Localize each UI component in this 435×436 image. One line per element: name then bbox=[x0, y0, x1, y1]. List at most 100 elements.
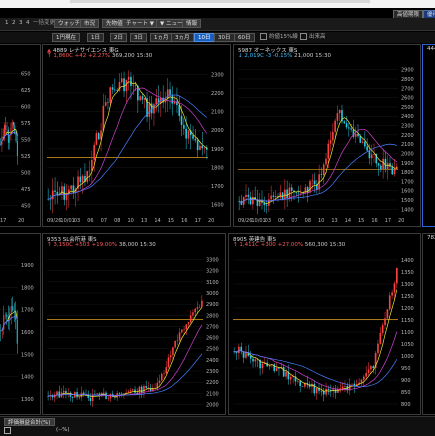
checkbox-icon bbox=[260, 33, 267, 40]
y-tick-label: 1700 bbox=[21, 308, 34, 314]
stock-volume: 369,200 bbox=[111, 53, 135, 59]
x-tick-label: 07 bbox=[291, 218, 297, 224]
candle-body bbox=[381, 325, 384, 333]
candle-body bbox=[104, 102, 107, 106]
stock-pct: +19.00% bbox=[91, 242, 118, 248]
period-2d[interactable]: 2日 bbox=[110, 33, 127, 42]
opt-volume[interactable]: 出来高 bbox=[300, 33, 326, 42]
candle-body bbox=[332, 131, 334, 141]
x-tick-label: 03 bbox=[265, 218, 271, 224]
y-tick-label: 800 bbox=[401, 402, 411, 408]
candle-body bbox=[329, 140, 332, 144]
candle-body bbox=[130, 76, 132, 86]
y-tick-label: 1600 bbox=[21, 330, 34, 336]
chart-panel[interactable]: 650 625 600 575 550 525 500 475 450 17 20 bbox=[0, 44, 41, 227]
y-tick-label: 2200 bbox=[206, 380, 219, 386]
candle-body bbox=[325, 388, 327, 395]
candle-body bbox=[114, 89, 116, 91]
period-3m[interactable]: 3ヵ月 bbox=[171, 33, 194, 42]
candle-body bbox=[125, 79, 128, 92]
candle-body bbox=[54, 190, 56, 192]
candle-body bbox=[289, 377, 292, 380]
candle-body bbox=[109, 394, 112, 399]
candle-body bbox=[143, 386, 145, 393]
panel-header: 9353 SL会所港 東S ↑ 3,150C +503 +19.00% 38,0… bbox=[43, 234, 225, 252]
candle-body bbox=[359, 136, 362, 143]
candle-body bbox=[169, 89, 171, 96]
info-button[interactable]: 情報 bbox=[182, 19, 202, 28]
y-tick-label: 525 bbox=[21, 154, 31, 160]
y-tick-label: 550 bbox=[21, 138, 31, 144]
candle-body bbox=[167, 357, 170, 368]
period-10d[interactable]: 10日 bbox=[194, 33, 215, 42]
y-tick-label: 650 bbox=[21, 71, 31, 77]
x-tick-label: 09/26 bbox=[238, 218, 252, 224]
period-1m[interactable]: 1ヵ月 bbox=[150, 33, 173, 42]
candle-body bbox=[391, 292, 393, 296]
y-tick-label: 2500 bbox=[206, 347, 219, 353]
candle-body bbox=[343, 121, 346, 124]
candle-body bbox=[107, 398, 110, 399]
y-tick-label: 2700 bbox=[401, 86, 414, 92]
candle-body bbox=[327, 143, 330, 159]
candle-body bbox=[11, 122, 13, 128]
chart-panel[interactable]: 2900 2800 2700 2600 2500 2400 2300 2200 2100 2000… bbox=[233, 44, 421, 227]
ma-long-line bbox=[48, 353, 203, 397]
candle-body bbox=[285, 371, 287, 377]
candle-body bbox=[145, 386, 147, 388]
market-button[interactable]: 市況 bbox=[80, 19, 100, 28]
range-select[interactable]: 1円現在 bbox=[52, 33, 80, 42]
candle-body bbox=[181, 329, 183, 333]
candle-body bbox=[107, 102, 109, 103]
opt-limit-line[interactable]: 約値15%線 bbox=[260, 33, 298, 42]
total-pl-button[interactable]: 評価損益合計(%) bbox=[4, 418, 55, 426]
candle-body bbox=[389, 163, 391, 167]
y-tick-label: 2600 bbox=[206, 336, 219, 342]
candle-body bbox=[171, 95, 174, 104]
period-3d[interactable]: 3日 bbox=[130, 33, 147, 42]
period-30d[interactable]: 30日 bbox=[214, 33, 235, 42]
chart-panel[interactable]: 4444 bbox=[422, 44, 435, 227]
y-tick-label: 1400 bbox=[401, 258, 414, 264]
chart-menu-button[interactable]: チャート ▼ bbox=[122, 19, 158, 28]
top-scrollbar[interactable] bbox=[70, 0, 370, 3]
candle-body bbox=[194, 308, 196, 313]
ma-mid-line bbox=[234, 331, 398, 391]
candle-body bbox=[391, 166, 394, 175]
stock-price: 1,860C bbox=[53, 53, 73, 59]
candle-body bbox=[309, 181, 311, 193]
candle-body bbox=[300, 192, 302, 194]
candle-body bbox=[71, 396, 74, 398]
candle-body bbox=[169, 355, 172, 358]
candle-body bbox=[13, 310, 15, 312]
stock-volume: 21,000 bbox=[294, 53, 314, 59]
stock-change: -3 bbox=[265, 53, 272, 59]
candle-body bbox=[258, 199, 261, 206]
candle-body bbox=[165, 367, 168, 374]
candle-body bbox=[139, 96, 141, 101]
chart-panel[interactable]: 3300 3200 3100 3000 2900 2800 2700 2600 2500 2400… bbox=[42, 233, 226, 415]
candle-body bbox=[252, 358, 254, 362]
candle-body bbox=[183, 125, 185, 129]
stock-change: +300 bbox=[260, 242, 276, 248]
candle-body bbox=[81, 175, 84, 183]
candle-body bbox=[201, 145, 204, 149]
chart-panel[interactable]: 1900 1800 1700 1600 1500 1400 1300 bbox=[0, 233, 41, 415]
x-tick-label: 03 bbox=[74, 218, 80, 224]
period-1d[interactable]: 1日 bbox=[87, 33, 104, 42]
candle-body bbox=[79, 176, 82, 183]
chart-panel[interactable]: 7827 bbox=[422, 233, 435, 415]
panel-header: 7827 bbox=[423, 234, 435, 252]
candle-body bbox=[377, 163, 380, 166]
x-tick-label: 10 bbox=[318, 218, 324, 224]
chart-panel[interactable]: 2300 2200 2100 2000 1900 1800 1700 1600 09/26 10/… bbox=[42, 44, 231, 227]
y-tick-label: 900 bbox=[401, 378, 411, 384]
y-tick-label: 1000 bbox=[401, 354, 414, 360]
candlestick-chart: 650 625 600 575 550 525 500 475 450 17 20 bbox=[0, 71, 31, 224]
candle-body bbox=[311, 180, 314, 182]
candle-body bbox=[102, 105, 105, 131]
candle-body bbox=[56, 191, 59, 195]
period-60d[interactable]: 60日 bbox=[234, 33, 255, 42]
candle-body bbox=[172, 347, 174, 356]
chart-panel[interactable]: 1400 1350 1300 1250 1200 1150 1100 1050 1000 950 9… bbox=[228, 233, 421, 415]
